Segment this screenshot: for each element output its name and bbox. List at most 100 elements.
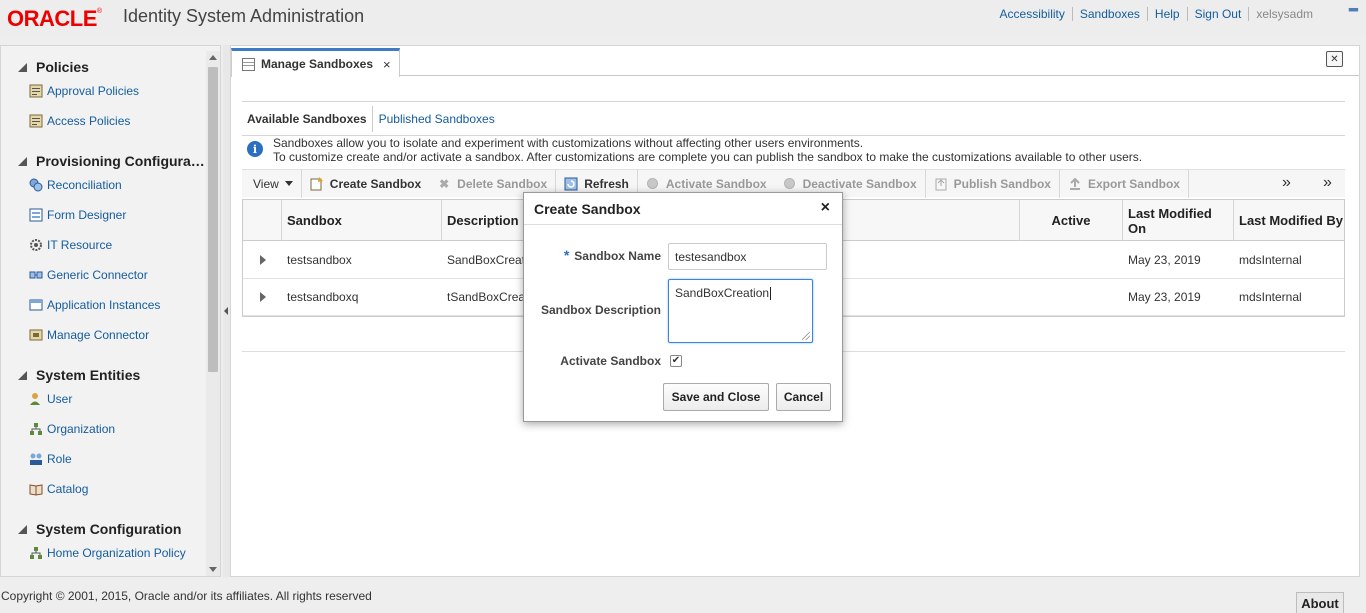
sandbox-description-input[interactable]: SandBoxCreation — [668, 279, 813, 343]
navigation-panel: Policies Approval Policies Access Polici… — [0, 45, 221, 577]
sandboxes-link[interactable]: Sandboxes — [1073, 7, 1148, 21]
tab-strip: Manage Sandboxes × ✕ — [231, 46, 1359, 77]
info-line-2: To customize create and/or activate a sa… — [273, 150, 1143, 164]
sandbox-active — [1020, 242, 1123, 278]
policy-icon — [28, 114, 43, 128]
expand-row-icon[interactable] — [259, 292, 266, 302]
sandbox-modified-by: mdsInternal — [1239, 290, 1302, 304]
section-system-entities[interactable]: System Entities — [18, 367, 140, 383]
nav-user[interactable]: User — [28, 392, 72, 406]
menu-icon[interactable]: ▪▪▪ — [1348, 1, 1359, 17]
activate-sandbox-label: Activate Sandbox — [560, 354, 661, 368]
global-header: ORACLE® Identity System Administration A… — [0, 0, 1366, 38]
collapse-triangle-icon — [18, 156, 27, 166]
nav-generic-connector[interactable]: Generic Connector — [28, 268, 148, 282]
resize-handle-icon[interactable] — [802, 332, 810, 340]
info-line-1: Sandboxes allow you to isolate and exper… — [273, 136, 864, 150]
sandbox-name[interactable]: testsandboxq — [282, 279, 442, 315]
chevron-down-icon — [284, 181, 293, 186]
sandbox-name-input[interactable] — [668, 243, 827, 270]
nav-form-designer[interactable]: Form Designer — [28, 208, 126, 222]
subtab-published-sandboxes[interactable]: Published Sandboxes — [373, 106, 500, 132]
activate-sandbox-checkbox[interactable]: ✔ — [670, 355, 682, 367]
view-menu[interactable]: View — [242, 170, 301, 198]
nav-approval-policies[interactable]: Approval Policies — [28, 84, 139, 98]
export-sandbox-button[interactable]: Export Sandbox — [1060, 170, 1188, 198]
role-icon — [28, 452, 43, 466]
sign-out-link[interactable]: Sign Out — [1188, 7, 1250, 21]
publish-sandbox-button[interactable]: Publish Sandbox — [926, 170, 1059, 198]
about-button[interactable]: About — [1296, 592, 1344, 613]
collapse-left-icon[interactable] — [224, 307, 228, 315]
collapse-triangle-icon — [18, 370, 27, 380]
username: xelsysadm — [1256, 7, 1313, 21]
nav-organization[interactable]: Organization — [28, 422, 115, 436]
sandbox-name-label: * Sandbox Name — [563, 247, 661, 263]
activate-icon — [646, 177, 660, 191]
restore-icon[interactable]: ✕ — [1326, 51, 1343, 67]
section-system-configuration[interactable]: System Configuration — [18, 521, 181, 537]
policy-icon — [28, 84, 43, 98]
expand-row-icon[interactable] — [259, 255, 266, 265]
sandbox-modified-on: May 23, 2019 — [1128, 253, 1201, 267]
column-last-modified-on[interactable]: Last Modified On — [1123, 200, 1234, 241]
export-icon — [1068, 177, 1082, 191]
scroll-up-icon[interactable] — [209, 55, 217, 60]
sandbox-description-label: Sandbox Description — [540, 303, 661, 317]
accessibility-link[interactable]: Accessibility — [993, 7, 1073, 21]
panel-splitter[interactable] — [223, 45, 230, 577]
save-and-close-button[interactable]: Save and Close — [663, 383, 769, 411]
column-last-modified-by[interactable]: Last Modified By — [1234, 200, 1344, 241]
nav-it-resource[interactable]: IT Resource — [28, 238, 112, 252]
collapse-triangle-icon — [18, 524, 27, 534]
column-active[interactable]: Active — [1020, 200, 1123, 241]
nav-home-organization-policy[interactable]: Home Organization Policy — [28, 546, 186, 560]
scrollbar-thumb[interactable] — [208, 67, 218, 372]
tab-manage-sandboxes[interactable]: Manage Sandboxes × — [231, 48, 400, 77]
connector-icon — [28, 268, 43, 282]
global-nav: Accessibility Sandboxes Help Sign Out xe… — [993, 7, 1320, 21]
oracle-logo: ORACLE® — [7, 6, 102, 31]
toolbar-overflow-end-icon[interactable]: » — [1323, 174, 1332, 192]
sandbox-tab-icon — [242, 57, 255, 71]
dialog-title: Create Sandbox — [534, 201, 641, 217]
copyright-text: Copyright © 2001, 2015, Oracle and/or it… — [1, 589, 372, 603]
application-icon — [28, 298, 43, 312]
nav-reconciliation[interactable]: Reconciliation — [28, 178, 122, 192]
organization-icon — [28, 546, 43, 560]
nav-access-policies[interactable]: Access Policies — [28, 114, 130, 128]
create-icon — [310, 176, 324, 191]
info-message: i Sandboxes allow you to isolate and exp… — [242, 136, 1345, 168]
expander-header — [243, 200, 282, 241]
section-policies[interactable]: Policies — [18, 59, 89, 75]
sidebar-scrollbar[interactable] — [206, 51, 220, 576]
user-icon — [28, 392, 43, 406]
nav-catalog[interactable]: Catalog — [28, 482, 88, 496]
nav-manage-connector[interactable]: Manage Connector — [28, 328, 149, 342]
scroll-down-icon[interactable] — [209, 567, 217, 572]
sandbox-name[interactable]: testsandbox — [282, 242, 442, 278]
subtab-available-sandboxes[interactable]: Available Sandboxes — [242, 105, 373, 132]
toolbar-overflow-icon[interactable]: » — [1282, 174, 1291, 192]
column-sandbox[interactable]: Sandbox — [282, 200, 442, 241]
help-link[interactable]: Help — [1148, 7, 1188, 21]
app-title: Identity System Administration — [123, 6, 365, 26]
nav-role[interactable]: Role — [28, 452, 72, 466]
book-icon — [28, 482, 43, 496]
organization-icon — [28, 422, 43, 436]
cancel-button[interactable]: Cancel — [776, 383, 831, 411]
connector-manage-icon — [28, 328, 43, 342]
collapse-triangle-icon — [18, 62, 27, 72]
sandbox-modified-by: mdsInternal — [1239, 253, 1302, 267]
sandbox-modified-on: May 23, 2019 — [1128, 290, 1201, 304]
required-icon: * — [563, 247, 570, 263]
delete-icon: ✖ — [439, 176, 450, 191]
reconciliation-icon — [28, 178, 43, 192]
subtabs: Available Sandboxes Published Sandboxes — [242, 101, 1345, 136]
refresh-icon — [564, 177, 578, 191]
nav-application-instances[interactable]: Application Instances — [28, 298, 160, 312]
close-icon[interactable]: × — [821, 199, 830, 217]
close-tab-icon[interactable]: × — [383, 57, 391, 72]
create-sandbox-button[interactable]: Create Sandbox — [302, 170, 429, 198]
section-provisioning-configuration[interactable]: Provisioning Configura… — [18, 153, 205, 169]
